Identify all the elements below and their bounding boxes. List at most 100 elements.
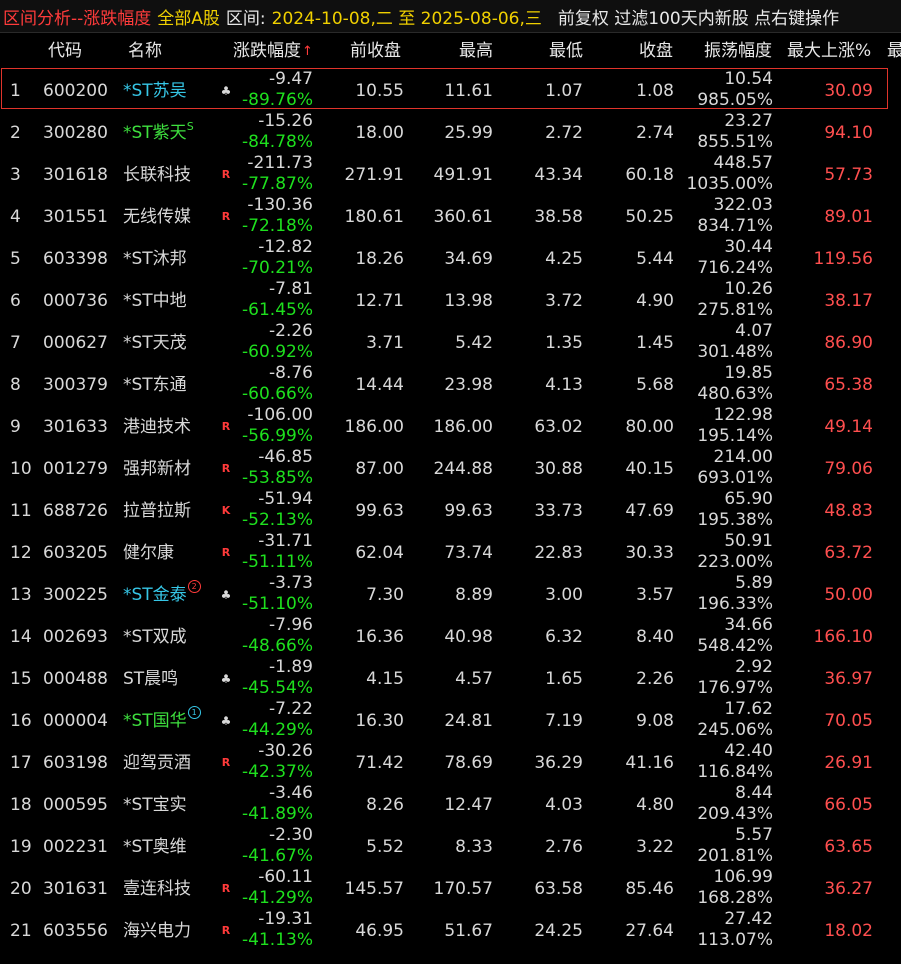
stock-name[interactable]: 迎驾贡酒 [123,742,223,784]
change-value: -12.82 [258,237,313,257]
row-index: 6 [10,291,21,311]
amplitude-percent: 275.81% [697,300,773,320]
table-row[interactable]: 17 603198 迎驾贡酒 R -30.26 -42.37% 71.42 78… [0,741,901,784]
title-bar: 区间分析--涨跌幅度 全部A股 区间: 2024-10-08,二 至 2025-… [0,0,901,33]
stock-name[interactable]: 长联科技 [123,154,223,196]
table-row[interactable]: 13 300225 *ST金泰 2 ♣ -3.73 -51.10% 7.30 8.… [0,573,901,616]
table-row[interactable]: 19 002231 *ST奥维 -2.30 -41.67% 5.52 8.33 … [0,825,901,868]
stock-name[interactable]: *ST宝实 [123,784,223,826]
prev-close: 10.55 [355,81,404,101]
row-index: 8 [10,375,21,395]
col-name[interactable]: 名称 [128,33,162,70]
change-value: -15.26 [258,111,313,131]
change-percent: -61.45% [242,300,313,320]
stock-name[interactable]: 强邦新材 [123,448,223,490]
stock-name[interactable]: 无线传媒 [123,196,223,238]
stock-name[interactable]: *ST中地 [123,280,223,322]
col-amplitude[interactable]: 振荡幅度 [704,33,772,70]
close-price: 85.46 [625,879,674,899]
stock-name[interactable]: *ST苏吴 [123,70,223,112]
high-price: 8.33 [455,837,493,857]
max-rise: 79.06 [824,459,873,479]
table-row[interactable]: 20 301631 壹连科技 R -60.11 -41.29% 145.57 1… [0,867,901,910]
max-rise: 70.05 [824,711,873,731]
stock-name[interactable]: 壹连科技 [123,868,223,910]
col-max-rise[interactable]: 最大上涨% [787,33,871,70]
low-price: 63.58 [534,879,583,899]
stock-name[interactable]: *ST紫天 S [123,112,223,154]
stock-name[interactable]: *ST双成 [123,616,223,658]
amplitude-percent: 168.28% [697,888,773,908]
row-index: 13 [10,585,32,605]
stock-name[interactable]: ST晨鸣 [123,658,223,700]
col-prev-close[interactable]: 前收盘 [350,33,401,70]
low-price: 24.25 [534,921,583,941]
stock-name[interactable]: 健尔康 [123,532,223,574]
low-price: 3.00 [545,585,583,605]
table-row[interactable]: 14 002693 *ST双成 -7.96 -48.66% 16.36 40.9… [0,615,901,658]
table-row[interactable]: 6 000736 *ST中地 -7.81 -61.45% 12.71 13.98… [0,279,901,322]
table-row[interactable]: 16 000004 *ST国华 1 ♣ -7.22 -44.29% 16.30 2… [0,699,901,742]
stock-name[interactable]: *ST东通 [123,364,223,406]
scope-label[interactable]: 全部A股 [157,4,220,29]
table-row[interactable]: 2 300280 *ST紫天 S -15.26 -84.78% 18.00 25.… [0,111,901,154]
stock-code: 603398 [43,249,108,269]
col-code[interactable]: 代码 [48,33,82,70]
table-row[interactable]: 8 300379 *ST东通 -8.76 -60.66% 14.44 23.98… [0,363,901,406]
amplitude-percent: 693.01% [697,468,773,488]
table-row[interactable]: 7 000627 *ST天茂 -2.26 -60.92% 3.71 5.42 1… [0,321,901,364]
amplitude-percent: 985.05% [697,90,773,110]
stock-name-text: *ST沐邦 [123,249,187,269]
stock-code: 000595 [43,795,108,815]
stock-code: 301631 [43,879,108,899]
table-row[interactable]: 12 603205 健尔康 R -31.71 -51.11% 62.04 73.… [0,531,901,574]
stock-name[interactable]: *ST沐邦 [123,238,223,280]
max-rise: 48.83 [824,501,873,521]
stock-flag-icon: R [221,924,231,937]
close-price: 1.08 [636,81,674,101]
max-rise: 49.14 [824,417,873,437]
col-change[interactable]: 涨跌幅度↑ [233,33,313,70]
table-row[interactable]: 9 301633 港迪技术 R -106.00 -56.99% 186.00 1… [0,405,901,448]
change-value: -2.30 [269,825,313,845]
table-row[interactable]: 18 000595 *ST宝实 -3.46 -41.89% 8.26 12.47… [0,783,901,826]
stock-flag-icon: R [221,210,231,223]
stock-code: 002231 [43,837,108,857]
stock-flag-icon: R [221,546,231,559]
high-price: 170.57 [433,879,493,899]
stock-code: 300225 [43,585,108,605]
stock-name[interactable]: 港迪技术 [123,406,223,448]
stock-name[interactable]: 海兴电力 [123,910,223,952]
stock-name[interactable]: *ST金泰 2 [123,574,223,616]
table-row[interactable]: 5 603398 *ST沐邦 -12.82 -70.21% 18.26 34.6… [0,237,901,280]
stock-name[interactable]: *ST国华 1 [123,700,223,742]
high-price: 78.69 [444,753,493,773]
table-row[interactable]: 10 001279 强邦新材 R -46.85 -53.85% 87.00 24… [0,447,901,490]
table-row[interactable]: 3 301618 长联科技 R -211.73 -77.87% 271.91 4… [0,153,901,196]
change-percent: -41.13% [242,930,313,950]
range-value[interactable]: 2024-10-08,二 至 2025-08-06,三 [272,4,542,29]
row-index: 9 [10,417,21,437]
options-text[interactable]: 前复权 过滤100天内新股 点右键操作 [558,4,839,29]
stock-name[interactable]: *ST奥维 [123,826,223,868]
table-row[interactable]: 11 688726 拉普拉斯 K -51.94 -52.13% 99.63 99… [0,489,901,532]
stock-name[interactable]: *ST天茂 [123,322,223,364]
high-price: 8.89 [455,585,493,605]
change-value: -9.47 [269,69,313,89]
table-row[interactable]: 15 000488 ST晨鸣 ♣ -1.89 -45.54% 4.15 4.57… [0,657,901,700]
stock-code: 301551 [43,207,108,227]
prev-close: 186.00 [344,417,404,437]
high-price: 244.88 [433,459,493,479]
close-price: 60.18 [625,165,674,185]
col-extra[interactable]: 最 [887,33,901,70]
change-percent: -44.29% [242,720,313,740]
table-row[interactable]: 1 600200 *ST苏吴 ♣ -9.47 -89.76% 10.55 11.… [0,69,901,112]
table-row[interactable]: 21 603556 海兴电力 R -19.31 -41.13% 46.95 51… [0,909,901,952]
table-row[interactable]: 4 301551 无线传媒 R -130.36 -72.18% 180.61 3… [0,195,901,238]
col-high[interactable]: 最高 [459,33,493,70]
col-low[interactable]: 最低 [549,33,583,70]
amplitude-percent: 209.43% [697,804,773,824]
high-price: 11.61 [444,81,493,101]
col-close[interactable]: 收盘 [639,33,673,70]
stock-name[interactable]: 拉普拉斯 [123,490,223,532]
